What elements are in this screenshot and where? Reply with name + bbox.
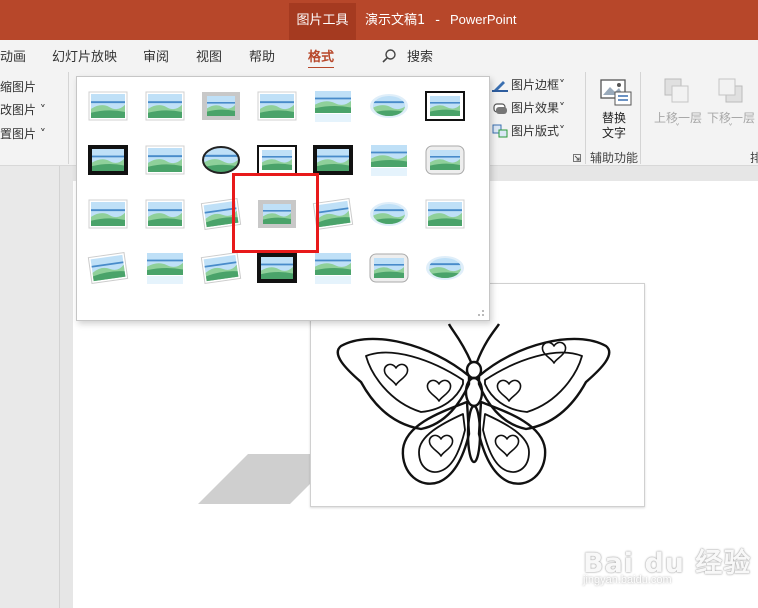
picture-style-thumbnail-icon xyxy=(370,202,408,226)
title-separator: - xyxy=(435,13,440,28)
picture-style-2[interactable] xyxy=(142,86,188,126)
picture-style-thumbnail-icon xyxy=(425,145,465,175)
change-picture-button[interactable]: 改图片 ˅ xyxy=(0,101,46,118)
picture-style-thumbnail-icon xyxy=(425,199,465,229)
selected-style-highlight xyxy=(232,173,319,253)
picture-style-7[interactable] xyxy=(422,86,468,126)
bring-forward-icon xyxy=(664,78,689,103)
chevron-down-icon: ˅ xyxy=(675,123,680,134)
picture-style-thumbnail-icon xyxy=(370,94,408,118)
picture-style-8[interactable] xyxy=(85,140,131,180)
picture-layout-button[interactable]: 图片版式 ˅ xyxy=(492,122,565,139)
picture-style-16[interactable] xyxy=(142,194,188,234)
accessibility-group-label: 辅助功能 xyxy=(590,151,639,165)
ribbon-separator xyxy=(585,72,586,164)
picture-style-thumbnail-icon xyxy=(315,91,351,122)
picture-style-thumbnail-icon xyxy=(88,199,128,229)
document-name: 演示文稿1 xyxy=(365,13,426,28)
picture-layout-icon xyxy=(492,124,508,137)
picture-style-28[interactable] xyxy=(422,248,468,288)
picture-style-thumbnail-icon xyxy=(257,91,297,121)
reset-picture-button[interactable]: 置图片 ˅ xyxy=(0,125,46,142)
picture-style-27[interactable] xyxy=(366,248,412,288)
tab-slideshow[interactable]: 幻灯片放映 xyxy=(52,46,117,65)
picture-style-13[interactable] xyxy=(366,140,412,180)
picture-style-thumbnail-icon xyxy=(426,256,464,280)
picture-style-1[interactable] xyxy=(85,86,131,126)
picture-style-26[interactable] xyxy=(310,248,356,288)
picture-border-button[interactable]: 图片边框 ˅ xyxy=(492,76,565,93)
compress-pictures-label: 缩图片 xyxy=(0,80,37,94)
picture-style-23[interactable] xyxy=(142,248,188,288)
picture-style-thumbnail-icon xyxy=(145,199,185,229)
ribbon-separator xyxy=(68,72,69,164)
chevron-down-icon: ˅ xyxy=(559,100,566,115)
title-bar: 图片工具 演示文稿1- PowerPoint xyxy=(0,0,758,40)
picture-border-label: 图片边框 xyxy=(511,78,560,92)
chevron-down-icon: ˅ xyxy=(36,127,46,141)
tab-view[interactable]: 视图 xyxy=(196,46,222,65)
ribbon-separator xyxy=(640,72,641,164)
picture-style-thumbnail-icon xyxy=(88,91,128,121)
alt-text-label-2: 文字 xyxy=(602,126,627,140)
chevron-down-icon: ˅ xyxy=(559,77,566,92)
picture-style-25[interactable] xyxy=(254,248,300,288)
picture-style-thumbnail-icon xyxy=(145,91,185,121)
picture-style-21[interactable] xyxy=(422,194,468,234)
send-backward-icon xyxy=(718,78,743,103)
picture-style-thumbnail-icon xyxy=(147,253,183,284)
picture-style-5[interactable] xyxy=(310,86,356,126)
chevron-down-icon: ˅ xyxy=(728,123,733,134)
compress-pictures-button[interactable]: 缩图片 xyxy=(0,78,36,95)
dialog-launcher-icon[interactable] xyxy=(573,154,581,162)
resize-grip-icon[interactable] xyxy=(477,309,485,317)
reset-picture-label: 置图片 xyxy=(0,127,37,141)
chevron-down-icon: ˅ xyxy=(36,103,46,117)
picture-style-6[interactable] xyxy=(366,86,412,126)
picture-style-22[interactable] xyxy=(85,248,131,288)
picture-style-thumbnail-icon xyxy=(371,145,407,176)
picture-layout-label: 图片版式 xyxy=(511,124,560,138)
picture-style-thumbnail-icon xyxy=(88,145,128,175)
picture-style-thumbnail-icon xyxy=(315,253,351,284)
search-label[interactable]: 搜索 xyxy=(407,46,433,65)
arrange-group-label: 排 xyxy=(750,151,758,165)
picture-border-icon xyxy=(492,80,508,92)
picture-style-thumbnail-icon xyxy=(145,145,185,175)
picture-style-thumbnail-icon xyxy=(425,91,465,121)
picture-effects-label: 图片效果 xyxy=(511,101,560,115)
picture-effects-button[interactable]: 图片效果 ˅ xyxy=(492,99,565,116)
picture-style-thumbnail-icon xyxy=(202,92,240,120)
ribbon-tabs: 动画 幻灯片放映 审阅 视图 帮助 格式 搜索 xyxy=(0,40,758,70)
picture-style-14[interactable] xyxy=(422,140,468,180)
picture-style-24[interactable] xyxy=(198,248,244,288)
app-name: PowerPoint xyxy=(449,12,517,27)
picture-style-thumbnail-icon xyxy=(257,253,297,283)
slide-thumbnail-pane[interactable] xyxy=(0,166,60,608)
picture-style-thumbnail-icon xyxy=(200,252,242,284)
picture-effects-icon xyxy=(493,102,507,114)
window-title: 演示文稿1- PowerPoint xyxy=(365,0,526,41)
picture-style-20[interactable] xyxy=(366,194,412,234)
watermark-url: jingyan.baidu.com xyxy=(583,574,672,586)
picture-style-9[interactable] xyxy=(142,140,188,180)
picture-style-15[interactable] xyxy=(85,194,131,234)
picture-style-thumbnail-icon xyxy=(369,253,409,283)
tab-review[interactable]: 审阅 xyxy=(143,46,169,65)
picture-tools-context-tab[interactable]: 图片工具 xyxy=(289,3,356,40)
picture-style-4[interactable] xyxy=(254,86,300,126)
picture-style-3[interactable] xyxy=(198,86,244,126)
alt-text-button[interactable]: 替换 文字 xyxy=(596,78,636,142)
alt-text-icon xyxy=(600,79,632,106)
tab-help[interactable]: 帮助 xyxy=(249,46,275,65)
change-picture-label: 改图片 xyxy=(0,103,37,117)
tab-animations[interactable]: 动画 xyxy=(0,46,26,65)
picture-style-thumbnail-icon xyxy=(87,252,129,284)
chevron-down-icon: ˅ xyxy=(559,123,566,138)
tab-format[interactable]: 格式 xyxy=(308,46,335,70)
search-icon[interactable] xyxy=(381,48,397,64)
